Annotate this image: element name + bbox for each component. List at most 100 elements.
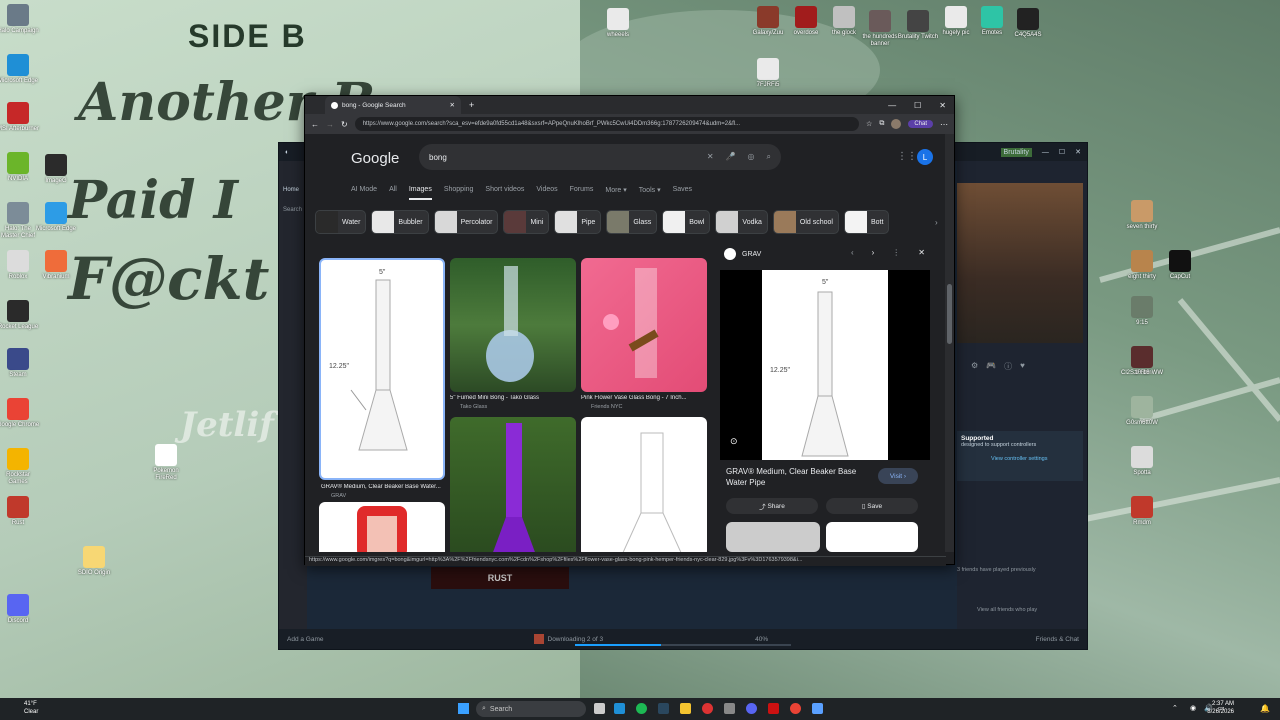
clear-icon[interactable]: ✕ — [707, 152, 714, 162]
game-launcher-icon[interactable] — [768, 703, 779, 714]
result-tile-clear-bong[interactable] — [581, 417, 707, 552]
desktop-icon[interactable]: Rocket League — [0, 300, 40, 331]
heart-icon[interactable]: ♥ — [1020, 361, 1025, 372]
panel-title[interactable]: GRAV® Medium, Clear Beaker Base Water Pi… — [726, 466, 866, 488]
lens-search-icon[interactable]: ⊙ — [730, 436, 738, 447]
result-tile-red-bong[interactable] — [319, 502, 445, 552]
app-icon[interactable] — [702, 703, 713, 714]
clock[interactable]: 2:37 AM 8/26/2026 — [1207, 700, 1234, 716]
apps-grid-icon[interactable]: ⋮⋮ — [897, 151, 917, 162]
minimize-icon[interactable]: — — [1042, 149, 1049, 156]
steam-home[interactable]: Home — [279, 161, 307, 193]
edge-icon[interactable] — [614, 703, 625, 714]
file-explorer-icon[interactable] — [680, 703, 691, 714]
save-button[interactable]: ▯ Save — [826, 498, 918, 514]
search-box[interactable]: bong ✕ 🎤 ◎ ⌕ — [419, 144, 781, 170]
url-field[interactable]: https://www.google.com/search?sca_esv=ef… — [354, 117, 860, 131]
desktop-icon[interactable]: Rust — [0, 496, 40, 527]
friends-chat-button[interactable]: Friends & Chat — [1036, 636, 1079, 643]
tab-forums[interactable]: Forums — [570, 186, 594, 200]
chrome-icon[interactable] — [790, 703, 801, 714]
chip-vodka[interactable]: Vodka — [715, 210, 768, 234]
search-icon[interactable]: ⌕ — [767, 152, 771, 162]
tab-google-search[interactable]: bong - Google Search ✕ — [325, 96, 461, 114]
result-caption[interactable]: GRAV® Medium, Clear Beaker Base Water... — [321, 484, 445, 490]
chip-mini[interactable]: Mini — [503, 210, 550, 234]
related-thumb-1[interactable] — [726, 522, 820, 552]
profile-avatar[interactable] — [891, 119, 902, 129]
notifications-icon[interactable]: 🔔 — [1260, 704, 1270, 713]
desktop-icon[interactable]: 10:16 — [1120, 346, 1164, 377]
desktop-icon[interactable]: wheeels — [596, 8, 640, 39]
forward-icon[interactable]: → — [326, 120, 334, 129]
tab-videos[interactable]: Videos — [536, 186, 557, 200]
tray-chevron-icon[interactable]: ⌃ — [1172, 704, 1178, 712]
settings-icon[interactable] — [724, 703, 735, 714]
close-icon[interactable]: ✕ — [939, 101, 946, 110]
back-icon[interactable]: ← — [311, 120, 319, 129]
maximize-icon[interactable]: ☐ — [914, 101, 921, 110]
controller-icon[interactable]: 🎮 — [986, 361, 996, 372]
desktop-icon[interactable]: G0sm6tt0W — [1120, 396, 1164, 427]
next-icon[interactable]: › — [872, 248, 875, 257]
chat-button[interactable]: Chat — [908, 120, 933, 128]
desktop-icon[interactable]: 9:15 — [1120, 296, 1164, 327]
lens-icon[interactable]: ◎ — [748, 152, 755, 162]
maximize-icon[interactable]: ☐ — [1059, 148, 1065, 156]
desktop-icon[interactable]: Rmdm — [1120, 496, 1164, 527]
spotify-icon[interactable] — [636, 703, 647, 714]
tab-more[interactable]: More ▾ — [605, 186, 626, 200]
desktop-icon[interactable]: Google Chrome — [0, 398, 40, 429]
chips-next-icon[interactable]: › — [935, 218, 938, 227]
tab-shopping[interactable]: Shopping — [444, 186, 474, 200]
desktop-icon[interactable]: C4Q5A4S — [1006, 8, 1050, 39]
result-caption[interactable]: Pink Flower Vase Glass Bong - 7 Inch... — [581, 395, 707, 401]
menu-icon[interactable]: ⋯ — [940, 120, 948, 129]
mic-icon[interactable]: 🎤 — [726, 152, 736, 162]
share-button[interactable]: ⤴ Share — [726, 498, 818, 514]
view-all-friends-link[interactable]: View all friends who play — [977, 607, 1037, 613]
more-icon[interactable]: ⋮ — [892, 248, 900, 257]
prev-icon[interactable]: ‹ — [851, 248, 854, 257]
desktop-icon[interactable]: MSI Afterburner — [0, 102, 40, 133]
taskbar-search[interactable]: ⌕ Search — [476, 701, 586, 717]
chrome-window[interactable]: bong - Google Search ✕ + — ☐ ✕ ← → ↻ htt… — [304, 95, 955, 566]
chip-bott[interactable]: Bott — [843, 210, 890, 234]
discord-icon[interactable] — [746, 703, 757, 714]
chip-percolator[interactable]: Percolator — [433, 210, 499, 234]
notepad-icon[interactable] — [812, 703, 823, 714]
steam-icon[interactable] — [658, 703, 669, 714]
task-view-icon[interactable] — [594, 703, 605, 714]
add-game-button[interactable]: Add a Game — [287, 636, 324, 643]
settings-icon[interactable]: ⚙ — [971, 361, 978, 372]
desktop-icon[interactable]: CapCut — [1158, 250, 1202, 281]
close-panel-icon[interactable]: ✕ — [918, 248, 925, 257]
chip-bubbler[interactable]: Bubbler — [371, 210, 429, 234]
desktop-icon[interactable]: Discord — [0, 594, 40, 625]
panel-source[interactable]: GRAV — [742, 251, 761, 258]
desktop-icon[interactable]: Rockstar Games — [0, 448, 40, 486]
account-avatar[interactable]: L — [917, 149, 933, 165]
desktop-icon[interactable]: Microsoft Edge — [34, 202, 78, 233]
tab-ai-mode[interactable]: AI Mode — [351, 186, 377, 200]
scrollbar[interactable] — [945, 134, 954, 552]
chip-water[interactable]: Water — [315, 210, 367, 234]
result-tile-grav[interactable]: 5" 12.25" — [319, 258, 445, 480]
result-tile-purple-bong[interactable] — [450, 417, 576, 552]
steam-search[interactable]: Search — [279, 193, 307, 213]
start-icon[interactable] — [458, 703, 469, 714]
tab-close-icon[interactable]: ✕ — [450, 101, 455, 109]
chip-glass[interactable]: Glass — [606, 210, 658, 234]
reload-icon[interactable]: ↻ — [341, 120, 348, 129]
tab-tools[interactable]: Tools ▾ — [639, 186, 661, 200]
desktop-icon[interactable]: Vibranium — [34, 250, 78, 281]
desktop-icon[interactable]: eight thirty — [1120, 250, 1164, 281]
rust-banner[interactable]: RUST — [431, 567, 569, 589]
desktop-icon[interactable]: Steam — [0, 348, 40, 379]
desktop-icon[interactable]: ImageG — [34, 154, 78, 185]
tab-saves[interactable]: Saves — [673, 186, 692, 200]
tab-short-videos[interactable]: Short videos — [485, 186, 524, 200]
visit-button[interactable]: Visit › — [878, 468, 918, 484]
download-status[interactable]: Downloading 2 of 3 — [548, 636, 604, 643]
desktop-icon[interactable]: Halo Campaign — [0, 4, 40, 35]
